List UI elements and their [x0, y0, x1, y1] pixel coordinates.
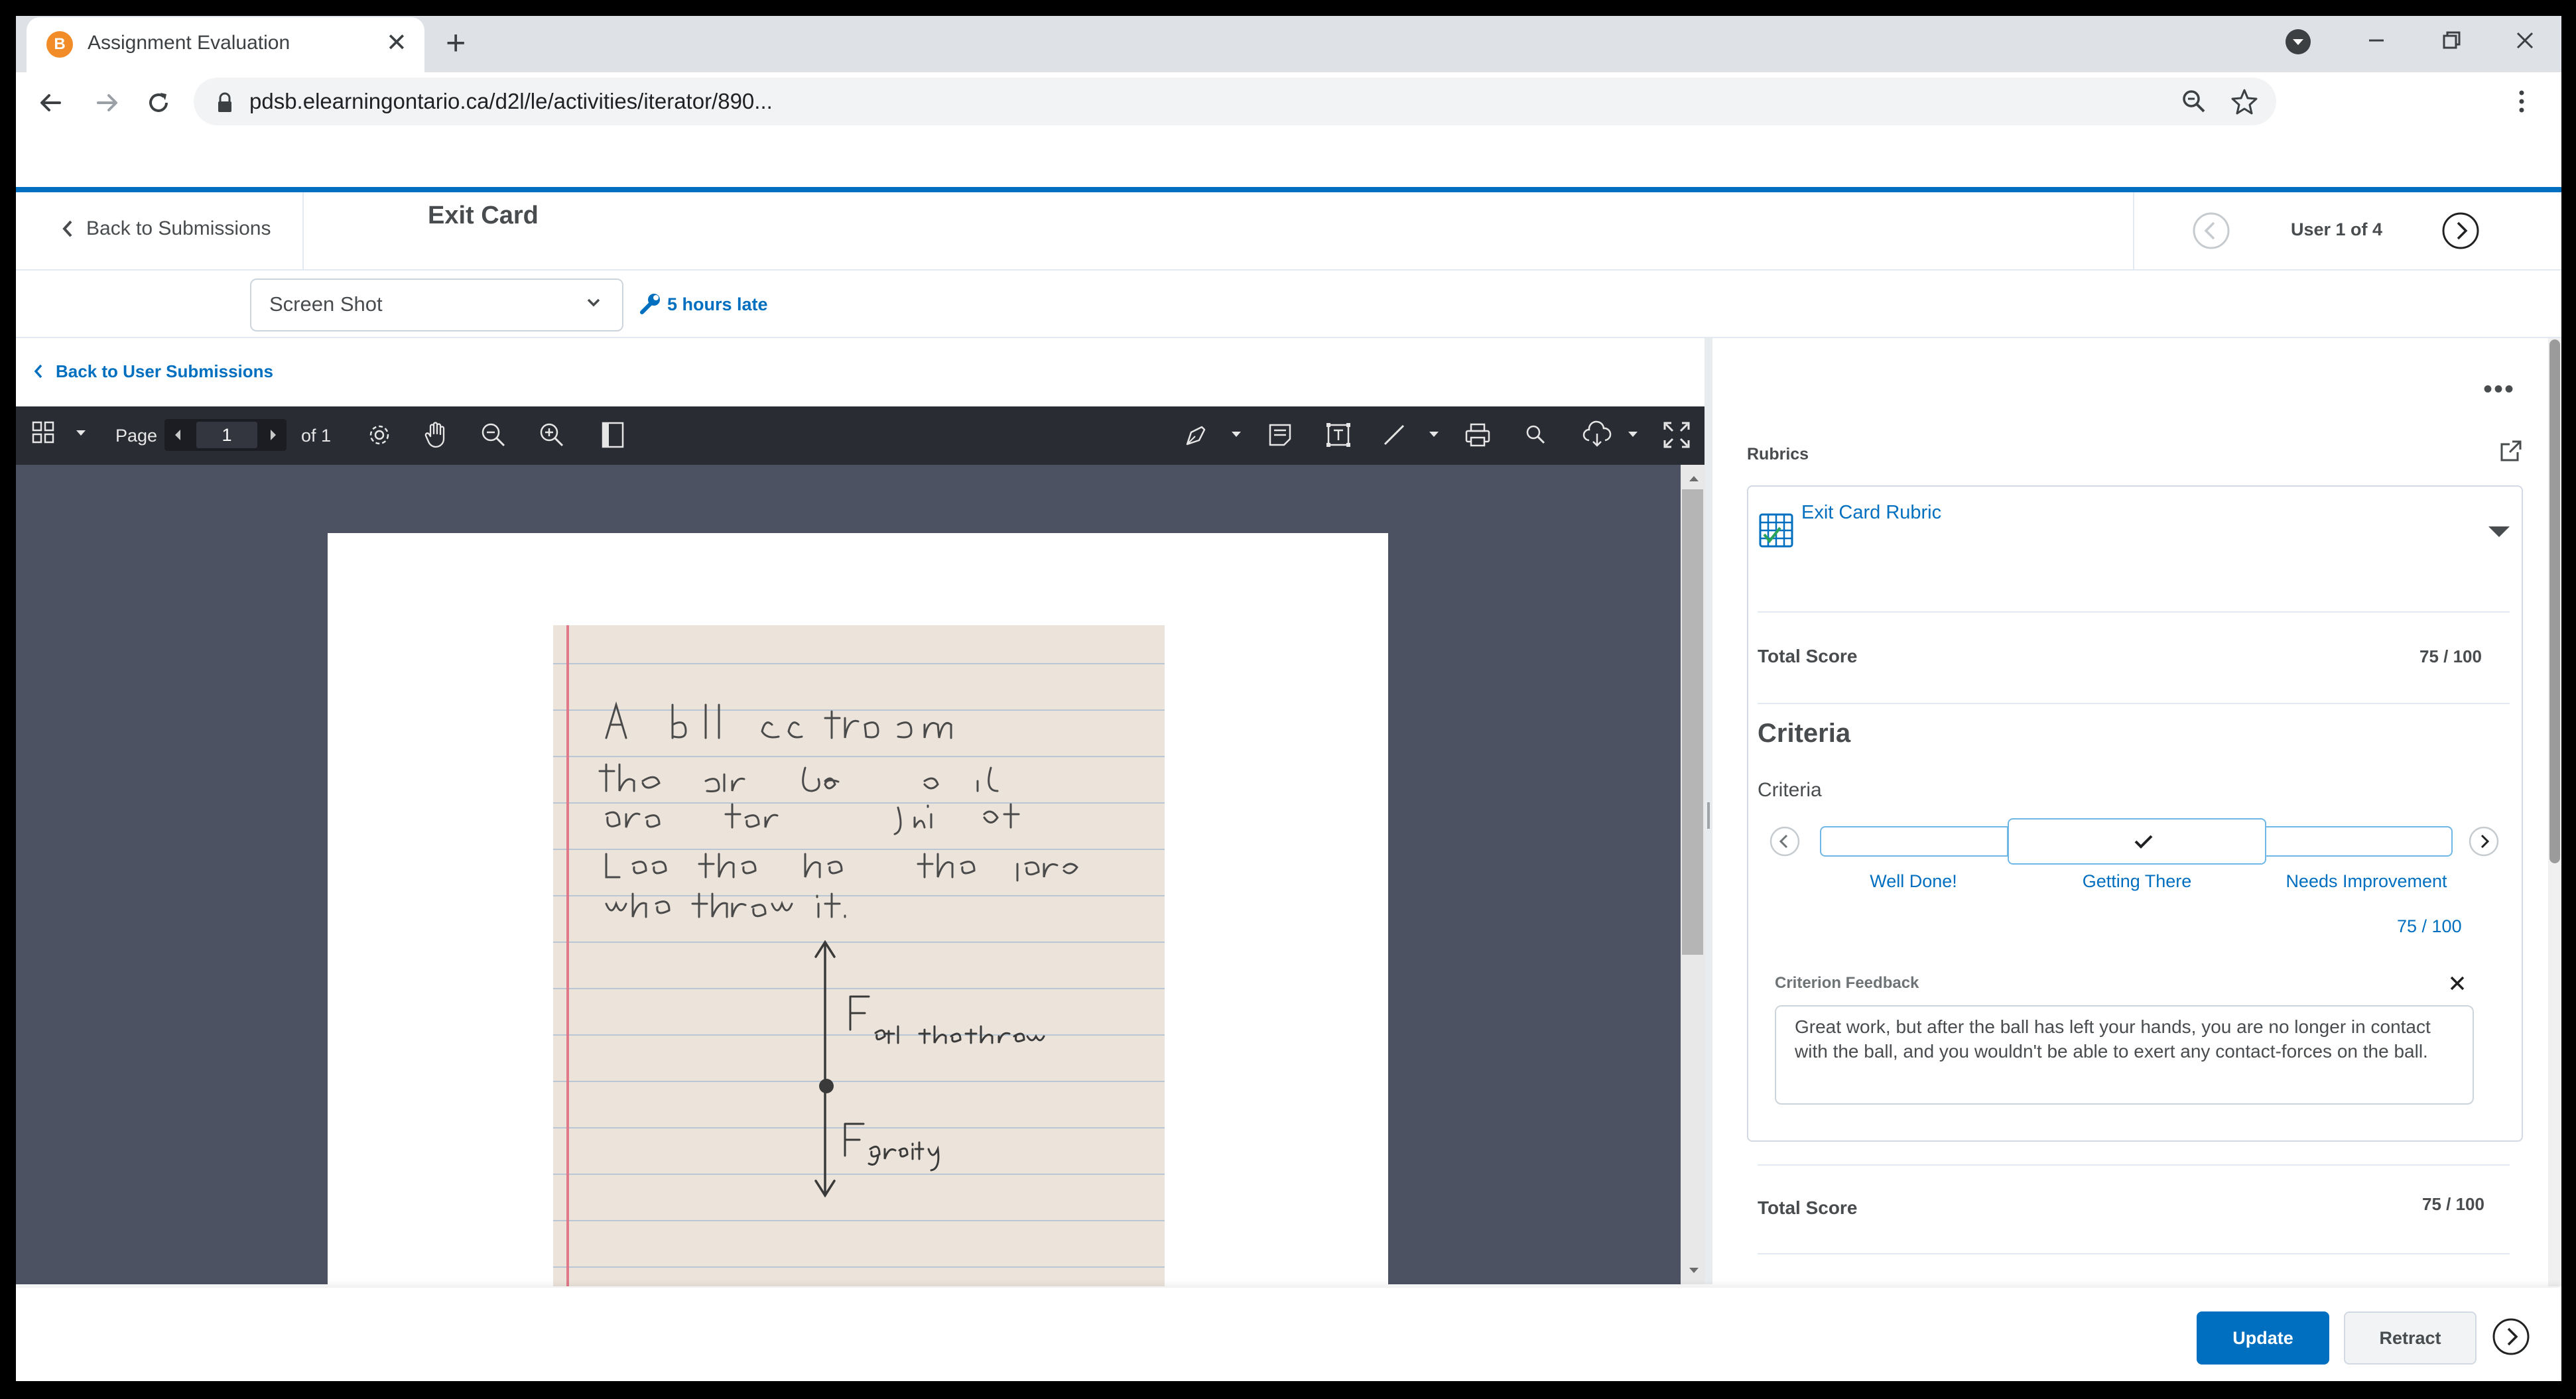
caret-down-icon[interactable] — [1427, 428, 1441, 441]
level-label[interactable]: Well Done! — [1820, 870, 2007, 892]
comment-note-icon[interactable] — [1265, 420, 1295, 450]
scroll-up-icon[interactable] — [1685, 472, 1703, 485]
scroll-down-icon[interactable] — [1685, 1264, 1703, 1277]
update-button[interactable]: Update — [2197, 1311, 2329, 1365]
window-close-icon[interactable] — [2510, 25, 2540, 56]
pan-hand-icon[interactable] — [422, 419, 451, 450]
divider — [1758, 611, 2510, 613]
browser-menu-icon[interactable] — [2515, 87, 2528, 116]
thumbnails-grid-icon[interactable] — [31, 420, 57, 446]
caret-down-icon[interactable] — [74, 426, 88, 440]
evaluation-header — [16, 192, 2561, 271]
window-minimize-icon[interactable] — [2361, 25, 2392, 56]
back-arrow-icon[interactable] — [34, 86, 68, 119]
popout-icon[interactable] — [2498, 438, 2524, 464]
next-page-icon[interactable] — [267, 427, 280, 443]
print-icon[interactable] — [1463, 420, 1492, 450]
rubric-name-link[interactable]: Exit Card Rubric — [1801, 500, 1941, 525]
fullscreen-icon[interactable] — [1661, 419, 1693, 451]
evaluation-footer — [16, 1288, 2561, 1381]
page-title: Exit Card — [428, 202, 539, 229]
brand-bar — [16, 187, 2561, 192]
new-tab-icon[interactable]: + — [446, 25, 466, 62]
back-to-user-submissions-label: Back to User Submissions — [56, 361, 273, 381]
level-label[interactable]: Needs Improvement — [2267, 870, 2466, 892]
level-option-well-done[interactable] — [1821, 827, 2007, 855]
total-score-label: Total Score — [1758, 646, 1858, 666]
caret-down-icon[interactable] — [1626, 428, 1640, 441]
profile-dropdown-icon[interactable] — [2286, 29, 2311, 54]
url-text[interactable]: pdsb.elearningontario.ca/d2l/le/activiti… — [249, 88, 773, 115]
divider — [1758, 1164, 2510, 1166]
page-total: of 1 — [301, 426, 332, 446]
retract-button[interactable]: Retract — [2344, 1311, 2477, 1365]
fit-page-icon[interactable] — [600, 420, 626, 450]
favicon-letter: B — [54, 35, 66, 53]
text-box-icon[interactable] — [1324, 420, 1353, 450]
checkmark-icon — [2130, 831, 2157, 851]
window-restore-icon[interactable] — [2436, 25, 2467, 56]
pen-annotate-icon[interactable] — [1182, 420, 1211, 450]
criterion-score[interactable]: 75 / 100 — [2397, 914, 2462, 938]
collapse-triangle-icon[interactable] — [2486, 524, 2512, 540]
splitter-grip-icon[interactable] — [1707, 802, 1710, 829]
previous-level-button[interactable] — [1768, 825, 1801, 858]
zoom-out-icon[interactable] — [479, 420, 508, 450]
caret-down-icon[interactable] — [1230, 428, 1243, 441]
back-to-submissions-link[interactable]: Back to Submissions — [61, 215, 271, 243]
previous-page-icon[interactable] — [171, 427, 184, 443]
tab-close-icon[interactable]: ✕ — [386, 30, 407, 56]
search-icon[interactable] — [1523, 422, 1549, 448]
next-user-button[interactable] — [2441, 211, 2480, 251]
back-to-submissions-label: Back to Submissions — [86, 217, 271, 239]
settings-gear-icon[interactable] — [365, 420, 394, 450]
late-status: 5 hours late — [667, 294, 768, 314]
total-score-label: Total Score — [1758, 1197, 1858, 1218]
file-select-value: Screen Shot — [269, 292, 383, 316]
zoom-icon[interactable] — [2179, 87, 2209, 116]
close-icon[interactable] — [2446, 972, 2469, 995]
submission-photo-image — [553, 625, 1165, 1286]
level-label[interactable]: Getting There — [2008, 870, 2266, 892]
forward-arrow-icon[interactable] — [90, 86, 123, 119]
zoom-in-icon[interactable] — [537, 420, 566, 450]
criterion-name: Criteria — [1758, 779, 1822, 801]
back-to-user-submissions-link[interactable]: Back to User Submissions — [33, 358, 273, 385]
rubric-grid-icon — [1758, 511, 1796, 550]
reload-icon[interactable] — [142, 86, 175, 119]
user-counter: User 1 of 4 — [2291, 219, 2383, 239]
total-score-value: 75 / 100 — [2419, 646, 2482, 666]
late-wrench-icon — [637, 290, 663, 317]
favicon-icon: B — [46, 31, 73, 58]
line-tool-icon[interactable] — [1380, 420, 1409, 450]
previous-user-button[interactable] — [2191, 211, 2231, 251]
level-option-needs-improvement[interactable] — [2267, 827, 2451, 855]
page-number-input[interactable]: 1 — [196, 422, 257, 448]
lock-icon[interactable] — [214, 90, 236, 117]
panel-scrollbar-thumb[interactable] — [2549, 339, 2560, 863]
next-level-button[interactable] — [2467, 825, 2500, 858]
criterion-feedback-text[interactable]: Great work, but after the ball has left … — [1795, 1014, 2458, 1064]
tab-title: Assignment Evaluation — [88, 32, 290, 54]
criteria-heading: Criteria — [1758, 719, 1851, 748]
header-divider — [302, 192, 304, 271]
header-divider — [2133, 192, 2134, 271]
page-label: Page — [115, 426, 158, 446]
criterion-feedback-label: Criterion Feedback — [1775, 974, 1919, 992]
bookmark-star-icon[interactable] — [2230, 87, 2259, 116]
more-options-icon[interactable]: ••• — [2483, 376, 2515, 402]
viewer-scrollbar-thumb[interactable] — [1682, 489, 1703, 955]
next-student-button[interactable] — [2491, 1317, 2531, 1357]
total-score-value: 75 / 100 — [2422, 1194, 2484, 1214]
chevron-down-icon — [584, 296, 604, 309]
chevron-left-icon — [34, 364, 42, 379]
divider — [1758, 703, 2510, 704]
divider — [1758, 1253, 2510, 1254]
rubrics-section-label: Rubrics — [1747, 445, 1809, 463]
download-cloud-icon[interactable] — [1581, 420, 1613, 450]
chevron-left-icon — [62, 220, 72, 237]
